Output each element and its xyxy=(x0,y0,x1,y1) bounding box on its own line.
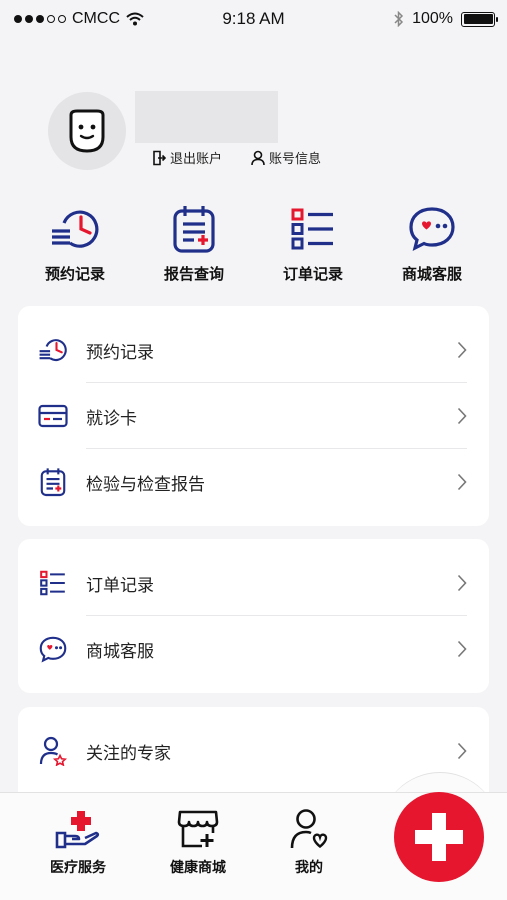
logout-label: 退出账户 xyxy=(170,152,223,167)
list-item-order-records[interactable]: 订单记录 xyxy=(18,550,489,616)
logout-link[interactable]: 退出账户 xyxy=(152,148,222,167)
quick-report-query[interactable]: 报告查询 xyxy=(139,203,249,284)
order-list-icon xyxy=(40,570,65,596)
user-heart-icon xyxy=(290,809,328,849)
chevron-right-icon xyxy=(457,473,467,491)
health-store-icon xyxy=(177,810,219,848)
report-clipboard-icon xyxy=(173,206,215,253)
appointment-history-icon xyxy=(52,210,99,248)
quick-mall-service[interactable]: 商城客服 xyxy=(377,203,487,284)
tab-mine[interactable]: 我的 xyxy=(259,807,359,877)
quick-appointment-records[interactable]: 预约记录 xyxy=(20,203,130,284)
expert-user-icon xyxy=(39,736,67,766)
tab-health-mall[interactable]: 健康商城 xyxy=(148,807,248,877)
list-item-label: 就诊卡 xyxy=(86,408,137,429)
medical-card-icon xyxy=(38,404,68,428)
list-item-mall-service[interactable]: 商城客服 xyxy=(18,616,489,682)
quick-label: 报告查询 xyxy=(163,265,224,283)
avatar-face-icon xyxy=(69,109,105,153)
chevron-right-icon xyxy=(457,341,467,359)
mall-card: 订单记录 商城客服 xyxy=(18,539,489,693)
medical-hand-cross-icon xyxy=(55,811,100,849)
list-item-medical-card[interactable]: 就诊卡 xyxy=(18,383,489,449)
list-item-label: 订单记录 xyxy=(86,575,154,596)
chevron-right-icon xyxy=(457,640,467,658)
user-icon xyxy=(251,150,265,165)
quick-label: 商城客服 xyxy=(401,265,462,283)
list-item-label: 关注的专家 xyxy=(86,743,171,764)
red-cross-icon xyxy=(415,813,463,861)
username-placeholder xyxy=(135,91,278,143)
tab-label: 医疗服务 xyxy=(50,860,106,876)
list-item-appointment-records[interactable]: 预约记录 xyxy=(18,317,489,383)
tab-medical-service[interactable]: 医疗服务 xyxy=(28,807,128,877)
report-clipboard-icon xyxy=(40,468,66,497)
battery-percent: 100% xyxy=(412,10,453,27)
order-list-icon xyxy=(291,208,333,250)
appointment-history-icon xyxy=(39,339,67,362)
chevron-right-icon xyxy=(457,574,467,592)
list-item-lab-reports[interactable]: 检验与检查报告 xyxy=(18,449,489,515)
list-item-label: 商城客服 xyxy=(86,641,154,662)
chevron-right-icon xyxy=(457,407,467,425)
list-item-label: 预约记录 xyxy=(86,342,154,363)
quick-label: 订单记录 xyxy=(282,265,343,283)
chevron-right-icon xyxy=(457,742,467,760)
bluetooth-icon xyxy=(394,11,404,27)
account-info-link[interactable]: 账号信息 xyxy=(251,148,321,167)
battery-icon xyxy=(461,11,498,27)
records-card: 预约记录 就诊卡 检验与检查报告 xyxy=(18,306,489,526)
quick-order-records[interactable]: 订单记录 xyxy=(258,203,368,284)
tab-label: 健康商城 xyxy=(170,860,226,876)
list-item-label: 检验与检查报告 xyxy=(86,474,205,495)
status-bar: CMCC 9:18 AM 100% xyxy=(0,0,507,40)
logout-icon xyxy=(153,150,166,165)
chat-heart-icon xyxy=(39,636,67,663)
battery-group: 100% xyxy=(394,10,498,28)
account-info-label: 账号信息 xyxy=(269,152,322,167)
tab-label: 我的 xyxy=(295,860,323,876)
fab-cross-button[interactable] xyxy=(394,792,484,882)
avatar[interactable] xyxy=(48,92,126,170)
chat-heart-icon xyxy=(409,207,455,251)
list-item-followed-experts[interactable]: 关注的专家 xyxy=(18,718,489,784)
quick-label: 预约记录 xyxy=(44,265,105,283)
